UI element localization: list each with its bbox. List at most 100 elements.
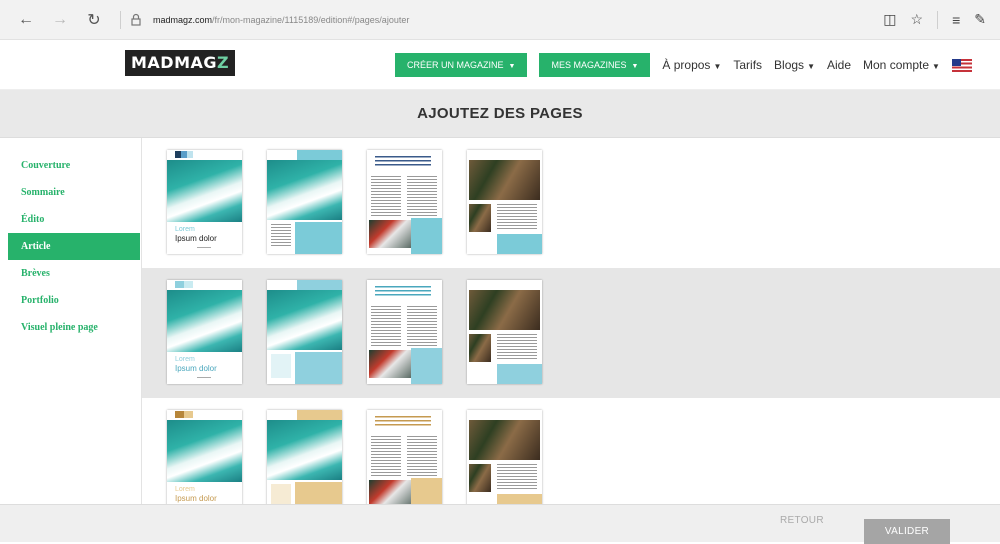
sidebar-item-article[interactable]: Article bbox=[8, 233, 140, 260]
rafting-photo bbox=[369, 350, 411, 378]
headline-text bbox=[375, 416, 431, 428]
cover-lorem-text: Lorem bbox=[175, 226, 195, 233]
surf-photo bbox=[167, 290, 242, 352]
sidebar-item-edito[interactable]: Édito bbox=[8, 206, 140, 233]
headline-text bbox=[375, 286, 431, 298]
color-block bbox=[297, 410, 342, 420]
body-text bbox=[271, 224, 291, 246]
menu-link-help[interactable]: Aide bbox=[827, 58, 851, 72]
page-type-sidebar: Couverture Sommaire Édito Article Brèves… bbox=[8, 152, 140, 341]
cover-ipsum-text: Ipsum dolor bbox=[175, 364, 217, 373]
validate-button[interactable]: VALIDER bbox=[864, 519, 950, 544]
climber-photo bbox=[469, 420, 540, 460]
menu-link-pricing[interactable]: Tarifs bbox=[733, 58, 762, 72]
cover-ipsum-text: Ipsum dolor bbox=[175, 234, 217, 243]
color-swatch bbox=[175, 281, 193, 288]
back-arrow-icon[interactable]: ← bbox=[14, 8, 38, 32]
template-thumbnail-article-climber[interactable] bbox=[467, 410, 542, 504]
favorite-star-icon[interactable]: ☆ bbox=[911, 11, 924, 28]
toolbar-divider bbox=[120, 10, 121, 29]
sidebar-item-breves[interactable]: Brèves bbox=[8, 260, 140, 287]
surf-photo bbox=[267, 420, 342, 480]
cover-ipsum-text: Ipsum dolor bbox=[175, 494, 217, 503]
surf-photo bbox=[267, 290, 342, 350]
color-block bbox=[411, 478, 442, 504]
color-block bbox=[297, 280, 342, 290]
color-block bbox=[411, 348, 442, 384]
madmagz-logo[interactable]: MADMAGZ bbox=[125, 50, 236, 76]
my-magazines-button[interactable]: MES MAGAZINES ▼ bbox=[539, 53, 651, 77]
browser-toolbar: ← → ↻ madmagz.com/fr/mon-magazine/111518… bbox=[0, 0, 1000, 40]
toolbar-divider bbox=[937, 10, 939, 29]
cover-lorem-text: Lorem bbox=[175, 356, 195, 363]
back-button[interactable]: RETOUR bbox=[780, 515, 824, 526]
body-text bbox=[407, 436, 437, 476]
template-thumbnail-cover[interactable]: Lorem Ipsum dolor bbox=[167, 150, 242, 254]
body-text bbox=[497, 204, 537, 230]
color-block bbox=[497, 364, 542, 384]
reading-view-icon[interactable]: ◫ bbox=[883, 11, 896, 28]
sidebar-item-couverture[interactable]: Couverture bbox=[8, 152, 140, 179]
template-thumbnail-cover[interactable]: Lorem Ipsum dolor bbox=[167, 410, 242, 504]
forward-arrow-icon[interactable]: → bbox=[48, 8, 72, 32]
us-flag-icon[interactable] bbox=[951, 58, 972, 72]
create-magazine-button[interactable]: CRÉER UN MAGAZINE ▼ bbox=[395, 53, 528, 77]
template-thumbnail-article-photo[interactable] bbox=[267, 410, 342, 504]
refresh-icon[interactable]: ↻ bbox=[82, 8, 106, 32]
rafting-photo bbox=[369, 220, 411, 248]
caret-down-icon: ▼ bbox=[631, 63, 639, 70]
template-thumbnail-article-text[interactable] bbox=[367, 150, 442, 254]
body-text bbox=[497, 464, 537, 490]
body-text bbox=[407, 306, 437, 346]
template-thumbnail-article-climber[interactable] bbox=[467, 150, 542, 254]
web-note-icon[interactable]: ✎ bbox=[974, 11, 986, 28]
cover-lorem-text: Lorem bbox=[175, 486, 195, 493]
headline-text bbox=[375, 156, 431, 168]
color-block bbox=[497, 494, 542, 504]
template-row: Lorem Ipsum dolor bbox=[142, 138, 1000, 268]
color-block bbox=[295, 352, 342, 384]
template-grid: Lorem Ipsum dolor Lorem Ipsum dolor Lore… bbox=[141, 138, 1000, 504]
menu-link-about[interactable]: À propos ▼ bbox=[662, 58, 721, 72]
caret-down-icon: ▼ bbox=[807, 62, 815, 71]
body-text bbox=[371, 306, 401, 346]
sidebar-item-visuel-pleine-page[interactable]: Visuel pleine page bbox=[8, 314, 140, 341]
color-block bbox=[295, 482, 342, 504]
color-block bbox=[297, 150, 342, 160]
color-block bbox=[411, 218, 442, 254]
main-menu: CRÉER UN MAGAZINE ▼ MES MAGAZINES ▼ À prop… bbox=[395, 53, 972, 77]
template-thumbnail-article-text[interactable] bbox=[367, 410, 442, 504]
waterfall-photo bbox=[469, 334, 491, 362]
template-thumbnail-article-text[interactable] bbox=[367, 280, 442, 384]
color-swatch bbox=[175, 411, 193, 418]
surf-photo bbox=[267, 160, 342, 220]
hub-icon[interactable]: ≡ bbox=[952, 12, 960, 28]
page-footer-line bbox=[197, 377, 211, 378]
address-bar[interactable]: madmagz.com/fr/mon-magazine/1115189/edit… bbox=[129, 13, 869, 27]
url-host: madmagz.com bbox=[153, 14, 213, 25]
caret-down-icon: ▼ bbox=[508, 63, 516, 70]
sidebar-item-sommaire[interactable]: Sommaire bbox=[8, 179, 140, 206]
caret-down-icon: ▼ bbox=[713, 62, 722, 71]
color-swatch bbox=[175, 151, 193, 158]
url-path: /fr/mon-magazine/1115189/edition#/pages/… bbox=[212, 14, 410, 25]
template-thumbnail-article-photo[interactable] bbox=[267, 280, 342, 384]
body-text bbox=[497, 334, 537, 360]
rafting-photo bbox=[369, 480, 411, 504]
page-title-bar: AJOUTEZ DES PAGES bbox=[0, 90, 1000, 138]
color-block bbox=[295, 222, 342, 254]
menu-link-blogs[interactable]: Blogs ▼ bbox=[774, 58, 815, 72]
color-block bbox=[271, 484, 291, 504]
surf-photo bbox=[167, 420, 242, 482]
page-title: AJOUTEZ DES PAGES bbox=[417, 105, 583, 122]
template-row: Lorem Ipsum dolor bbox=[142, 398, 1000, 504]
caret-down-icon: ▼ bbox=[932, 62, 940, 71]
action-footer: RETOUR VALIDER bbox=[0, 504, 1000, 544]
template-thumbnail-article-photo[interactable] bbox=[267, 150, 342, 254]
color-block bbox=[271, 354, 291, 378]
menu-link-account[interactable]: Mon compte ▼ bbox=[863, 58, 940, 72]
sidebar-item-portfolio[interactable]: Portfolio bbox=[8, 287, 140, 314]
template-thumbnail-cover[interactable]: Lorem Ipsum dolor bbox=[167, 280, 242, 384]
template-thumbnail-article-climber[interactable] bbox=[467, 280, 542, 384]
body-text bbox=[407, 176, 437, 216]
